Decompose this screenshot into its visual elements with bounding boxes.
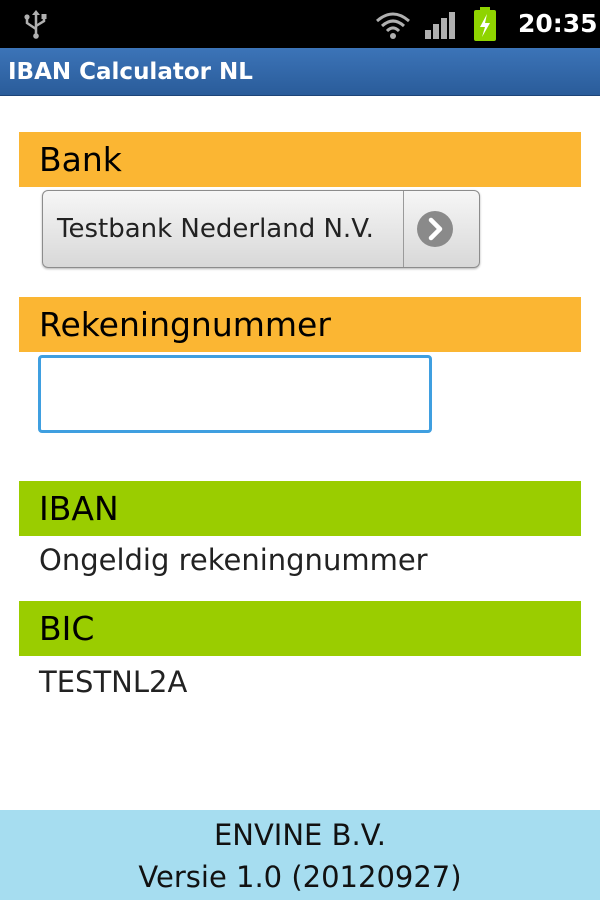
chevron-right-icon[interactable] bbox=[416, 210, 454, 248]
battery-charging-icon bbox=[474, 7, 496, 41]
signal-icon bbox=[425, 12, 455, 39]
status-time: 20:35 bbox=[518, 9, 598, 38]
bank-spinner-value: Testbank Nederland N.V. bbox=[57, 214, 374, 244]
footer-company: ENVINE B.V. bbox=[213, 818, 387, 852]
account-number-input[interactable] bbox=[38, 355, 432, 433]
account-number-section-header: Rekeningnummer bbox=[19, 297, 581, 352]
status-bar: 20:35 bbox=[0, 0, 600, 48]
usb-icon bbox=[24, 10, 47, 39]
title-bar: IBAN Calculator NL bbox=[0, 48, 600, 96]
app-title: IBAN Calculator NL bbox=[8, 59, 253, 85]
spinner-divider bbox=[403, 191, 404, 267]
bic-section-header: BIC bbox=[19, 601, 581, 656]
wifi-icon bbox=[376, 12, 410, 39]
footer-version: Versie 1.0 (20120927) bbox=[138, 860, 462, 894]
footer: ENVINE B.V. Versie 1.0 (20120927) bbox=[0, 810, 600, 900]
iban-result: Ongeldig rekeningnummer bbox=[39, 543, 428, 577]
bic-result: TESTNL2A bbox=[39, 665, 188, 699]
bank-section-header: Bank bbox=[19, 132, 581, 187]
iban-section-header: IBAN bbox=[19, 481, 581, 536]
bank-spinner[interactable]: Testbank Nederland N.V. bbox=[42, 190, 480, 268]
